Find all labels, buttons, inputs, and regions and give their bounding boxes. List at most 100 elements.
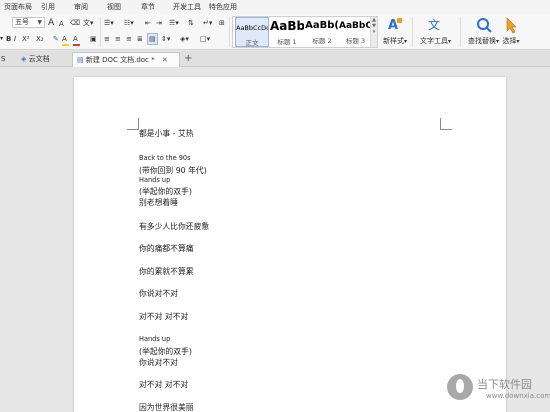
font-color-button[interactable]: A — [73, 34, 78, 44]
menu-chapter[interactable]: 章节 — [141, 2, 155, 12]
document-page[interactable]: 都是小事 - 艾热 Back to the 90s (带你回到 90 年代) H… — [74, 77, 506, 412]
text-tools-label: 文字工具 — [420, 37, 448, 45]
tab-cloud-docs-label: 云文档 — [28, 55, 50, 63]
distributed-align-icon[interactable]: ▤ — [147, 33, 158, 45]
watermark-logo-icon — [447, 374, 473, 400]
doc-line: (举起你的双手) — [139, 347, 192, 356]
bullet-list-icon[interactable]: ☰▾ — [104, 18, 114, 28]
doc-line: 因为世界很美丽 — [139, 403, 194, 412]
doc-line: Back to the 90s — [139, 154, 191, 162]
style-normal-caption: 正文 — [245, 39, 259, 47]
tab-start[interactable]: S — [0, 52, 15, 67]
style-heading-1-preview: AaBb — [270, 19, 304, 33]
select-label: 选择 — [502, 37, 517, 45]
char-border-icon[interactable]: ▣ — [90, 34, 97, 44]
subscript-button[interactable]: X₂ — [36, 34, 44, 44]
doc-line: Hands up — [139, 176, 171, 184]
new-style-icon: A — [388, 18, 402, 33]
font-color-bar — [73, 44, 80, 46]
divider — [412, 17, 413, 47]
style-heading-1-caption: 标题 1 — [277, 38, 297, 46]
align-right-icon[interactable]: ≡ — [126, 34, 132, 44]
tab-cloud-docs[interactable]: ◈ 云文档 — [18, 52, 70, 67]
menu-review[interactable]: 审阅 — [74, 2, 88, 12]
text-effect-icon[interactable]: ✎ — [53, 34, 59, 44]
clear-format-icon[interactable]: ⌫ — [70, 18, 80, 28]
word-doc-icon: ▤ — [77, 56, 84, 64]
style-heading-2[interactable]: AaBb( 标题 2 — [305, 17, 339, 47]
align-left-icon[interactable]: ≡ — [104, 34, 110, 44]
divider — [460, 17, 461, 47]
svg-text:A: A — [388, 18, 398, 33]
text-tools-icon: 文 — [428, 17, 440, 32]
decrease-indent-icon[interactable]: ⇤ — [145, 18, 151, 28]
close-icon[interactable]: ✕ — [162, 56, 168, 64]
tab-start-label: S — [1, 55, 6, 63]
document-tab-bar: S ◈ 云文档 ▤ 新建 DOC 文档.doc * ✕ + — [0, 51, 550, 67]
show-marks-icon[interactable]: ↵▾ — [203, 18, 212, 28]
line-spacing-icon[interactable]: ⇕▾ — [161, 34, 170, 44]
menu-references[interactable]: 引用 — [41, 2, 55, 12]
search-icon — [476, 18, 492, 33]
menu-view[interactable]: 视图 — [107, 2, 121, 12]
align-center-icon[interactable]: ≡ — [115, 34, 121, 44]
select-button[interactable]: 选择▾ — [502, 16, 520, 46]
superscript-button[interactable]: X² — [22, 34, 30, 44]
new-tab-button[interactable]: + — [184, 52, 192, 67]
styles-gallery: AaBbCcDd 正文 AaBb 标题 1 AaBb( 标题 2 AaBbC 标… — [232, 16, 378, 48]
new-style-button[interactable]: A 新样式▾ — [383, 16, 407, 46]
style-heading-2-caption: 标题 2 — [312, 37, 332, 45]
ribbon-toolbar: 五号 ▼ A A ⌫ 文▾ ▾ B I X² X₂ ✎ A A ▣ ☰▾ ☷▾ … — [0, 14, 550, 50]
justify-icon[interactable]: ≣ — [137, 34, 143, 44]
border-icon[interactable]: □▾ — [200, 34, 210, 44]
watermark-url: www.downxia.com — [486, 392, 550, 400]
numbered-list-icon[interactable]: ☷▾ — [124, 18, 134, 28]
doc-line: 对不对 对不对 — [139, 312, 189, 321]
doc-line: 你说对不对 — [139, 289, 178, 298]
menu-page-layout[interactable]: 页面布局 — [4, 2, 32, 12]
find-replace-button[interactable]: 查找替换▾ — [468, 16, 499, 46]
tab-new-doc-label: 新建 DOC 文档.doc * — [85, 56, 155, 64]
doc-line: 有多少人比你还疲惫 — [139, 222, 210, 231]
divider — [100, 17, 101, 47]
find-replace-label: 查找替换 — [468, 37, 496, 45]
chinese-layout-icon[interactable]: ☴▾ — [169, 18, 179, 28]
style-normal-preview: AaBbCcDd — [236, 24, 268, 32]
grow-font-button[interactable]: A — [48, 18, 54, 28]
chevron-down-icon[interactable]: ▾ — [0, 34, 3, 44]
svg-text:文: 文 — [428, 17, 440, 32]
font-size-select[interactable]: 五号 ▼ — [12, 17, 45, 28]
chevron-down-icon: ▼ — [37, 19, 42, 26]
pinyin-guide-icon[interactable]: 文▾ — [83, 18, 94, 28]
increase-indent-icon[interactable]: ⇥ — [156, 18, 162, 28]
cloud-docs-icon: ◈ — [21, 55, 27, 63]
font-color-label: A — [73, 35, 78, 43]
divider — [229, 17, 230, 47]
style-heading-3-preview: AaBbC — [339, 21, 372, 31]
styles-scroll[interactable]: ▲ ▼ ▾ — [370, 17, 377, 47]
text-tools-button[interactable]: 文 文字工具▾ — [420, 16, 451, 46]
style-heading-1[interactable]: AaBb 标题 1 — [270, 17, 304, 47]
highlight-color-button[interactable]: A — [62, 34, 67, 44]
style-heading-2-preview: AaBb( — [305, 20, 339, 31]
tab-new-doc[interactable]: ▤ 新建 DOC 文档.doc * ✕ — [72, 52, 180, 67]
crop-mark-top-right — [440, 118, 452, 130]
table-icon[interactable]: ⊞ — [219, 18, 225, 28]
bold-button[interactable]: B — [6, 34, 11, 44]
menu-developer-tools[interactable]: 开发工具 — [173, 2, 201, 12]
shading-icon[interactable]: ◈▾ — [180, 34, 189, 44]
doc-line: 你说对不对 — [139, 358, 178, 367]
shrink-font-button[interactable]: A — [59, 19, 64, 29]
italic-button[interactable]: I — [14, 34, 16, 44]
style-normal[interactable]: AaBbCcDd 正文 — [235, 17, 269, 47]
doc-line: (举起你的双手) — [139, 187, 192, 196]
doc-line: 你的累就不算累 — [139, 267, 194, 276]
sort-icon[interactable]: ⇅ — [188, 18, 194, 28]
doc-line: 对不对 对不对 — [139, 380, 189, 389]
new-style-label: 新样式 — [383, 37, 404, 45]
watermark-title: 当下软件园 — [477, 378, 532, 391]
menu-special-apps[interactable]: 特色应用 — [209, 2, 237, 12]
doc-line: Hands up — [139, 335, 171, 343]
font-size-value: 五号 — [15, 18, 29, 26]
style-heading-3[interactable]: AaBbC 标题 3 — [339, 17, 372, 47]
